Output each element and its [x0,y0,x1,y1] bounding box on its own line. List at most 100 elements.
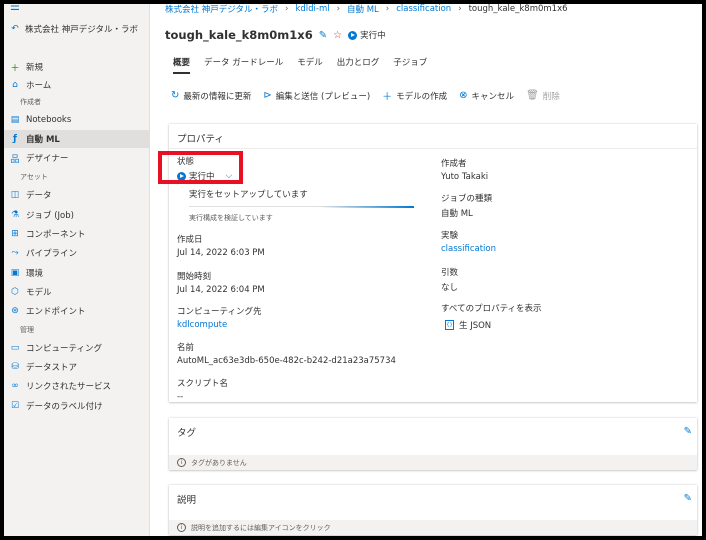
status-badge: 実行中 [348,29,386,41]
author-label: 作成者 [441,159,467,169]
back-arrow-icon: ↶ [11,24,19,34]
edit-submit-button[interactable]: ⊳ 編集と送信 (プレビュー) [263,90,370,102]
model-icon: ⬡ [11,287,19,297]
sidebar-item-new[interactable]: ＋ 新規 [4,58,149,76]
notebook-icon: ▤ [10,115,20,125]
status-text: 実行中 [360,31,386,41]
sidebar-item-data-labeling[interactable]: ☑ データのラベル付け [4,397,149,415]
edit-description-icon[interactable]: ✎ [684,493,692,504]
all-properties-label: すべてのプロパティを表示 [441,304,542,314]
sidebar-item-home[interactable]: ⌂ ホーム [4,76,149,94]
sidebar-item-components[interactable]: ⊞ コンポーネント [4,225,149,243]
all-properties: すべてのプロパティを表示 {} 生 JSON [441,302,542,331]
cancel-button[interactable]: ⊗ キャンセル [459,90,514,102]
delete-button[interactable]: 🗑 削除 [526,90,560,102]
plus-icon: ＋ [382,92,393,103]
tab-data-guardrails[interactable]: データ ガードレール [204,56,283,74]
create-model-button[interactable]: ＋ モデルの作成 [382,88,447,104]
sidebar-item-models[interactable]: ⬡ モデル [4,283,149,301]
jobtype-value: 自動 ML [441,209,473,219]
chevron-right-icon: › [336,4,341,14]
sidebar-item-data[interactable]: ◫ データ [4,186,149,204]
tags-empty-text: タグがありません [191,458,247,467]
sidebar-item-label: データストア [26,363,78,373]
breadcrumb-resource[interactable]: kdldi-ml [295,4,329,14]
highlight-box [158,151,243,184]
tags-title: タグ [177,428,197,439]
toolbar: ↻ 最新の情報に更新 ⊳ 編集と送信 (プレビュー) ＋ モデルの作成 ⊗ キャ… [171,88,560,103]
workspace-switcher[interactable]: ↶ 株式会社 神戸デジタル・ラボ [10,22,148,36]
name-property: 名前 AutoML_ac63e3db-650e-482c-b242-d21a23… [177,341,396,366]
sidebar-item-jobs[interactable]: ⚗ ジョブ (Job) [4,206,149,224]
progress-text: 実行をセットアップしています [189,190,308,200]
refresh-button[interactable]: ↻ 最新の情報に更新 [171,90,251,102]
hamburger-icon[interactable]: ☰ [10,4,20,13]
description-card: 説明 ✎ i 説明を追加するには編集アイコンをクリック [169,485,697,535]
tab-overview[interactable]: 概要 [173,56,191,74]
workspace-name: 株式会社 神戸デジタル・ラボ [25,25,139,35]
sidebar-item-label: コンピューティング [26,344,102,354]
breadcrumb: 株式会社 神戸デジタル・ラボ › kdldi-ml › 自動 ML › clas… [165,4,568,15]
script-property: スクリプト名 -- [177,377,228,402]
experiment-label: 実験 [441,231,459,241]
tab-bar: 概要 データ ガードレール モデル 出力とログ 子ジョブ [173,56,427,74]
compute-link[interactable]: kdlcompute [177,320,262,330]
sidebar-item-label: コンポーネント [26,230,86,240]
json-file-icon: {} [445,320,454,330]
author-property: 作成者 Yuto Takaki [441,157,488,182]
experiment-property: 実験 classification [441,229,496,254]
created-label: 作成日 [177,235,203,245]
sidebar-item-automl[interactable]: ƒ 自動 ML [4,130,149,148]
compute-label: コンピューティング先 [177,307,262,317]
start-label: 開始時刻 [177,272,212,282]
sidebar-item-pipelines[interactable]: ⤳ パイプライン [4,244,149,262]
description-title: 説明 [177,495,197,506]
main-content: 株式会社 神戸デジタル・ラボ › kdldi-ml › 自動 ML › clas… [151,4,702,536]
edit-tags-icon[interactable]: ✎ [684,426,692,437]
tab-outputs-logs[interactable]: 出力とログ [337,56,380,74]
description-info-bar: i 説明を追加するには編集アイコンをクリック [169,520,697,535]
tab-models[interactable]: モデル [297,56,323,74]
environment-icon: ▣ [10,268,20,278]
created-value: Jul 14, 2022 6:03 PM [177,248,265,258]
compute-icon: ▭ [10,343,20,353]
tags-info-bar: i タグがありません [169,455,697,470]
sidebar-item-designer[interactable]: 品 デザイナー [4,149,149,167]
experiment-link[interactable]: classification [441,244,496,254]
sidebar-item-label: エンドポイント [26,307,86,317]
properties-title: プロパティ [177,134,224,145]
breadcrumb-automl[interactable]: 自動 ML [347,4,379,15]
breadcrumb-workspace[interactable]: 株式会社 神戸デジタル・ラボ [165,4,278,15]
tab-child-jobs[interactable]: 子ジョブ [393,56,427,74]
sidebar-item-label: 新規 [26,63,44,73]
description-hint-text: 説明を追加するには編集アイコンをクリック [191,523,331,532]
section-author: 作成者 [20,98,41,106]
pencil-icon[interactable]: ✎ [319,30,327,41]
running-icon [348,30,358,40]
author-value: Yuto Takaki [441,172,489,182]
star-icon[interactable]: ☆ [333,30,342,41]
sidebar-item-endpoints[interactable]: ⊛ エンドポイント [4,302,149,320]
cancel-icon: ⊗ [459,90,468,101]
breadcrumb-experiment[interactable]: classification [396,4,451,14]
sidebar-item-notebooks[interactable]: ▤ Notebooks [4,111,149,129]
sidebar-item-label: リンクされたサービス [26,382,112,392]
progress-panel: 実行をセットアップしています 実行構成を検証しています [189,188,414,223]
raw-json-link[interactable]: {} 生 JSON [445,319,542,331]
compute-property: コンピューティング先 kdlcompute [177,305,262,330]
pipeline-icon: ⤳ [11,248,19,258]
tags-card: タグ ✎ i タグがありません [169,418,697,470]
properties-card: プロパティ 状態 実行中 ⌵ 実行をセットアップしています 実行構成を検証してい… [158,124,697,402]
sidebar-item-label: 環境 [26,269,44,279]
start-property: 開始時刻 Jul 14, 2022 6:04 PM [177,270,265,295]
sidebar-item-compute[interactable]: ▭ コンピューティング [4,339,149,357]
start-value: Jul 14, 2022 6:04 PM [177,285,265,295]
page-title: tough_kale_k8m0m1x6 [165,28,313,42]
sidebar-item-environments[interactable]: ▣ 環境 [4,264,149,282]
sidebar-item-linked-services[interactable]: ∞ リンクされたサービス [4,377,149,395]
data-icon: ◫ [10,190,20,200]
sidebar-item-label: ジョブ (Job) [26,211,74,221]
sidebar-item-datastores[interactable]: ⛁ データストア [4,358,149,376]
sidebar-item-label: モデル [26,288,52,298]
automl-icon: ƒ [13,134,17,144]
